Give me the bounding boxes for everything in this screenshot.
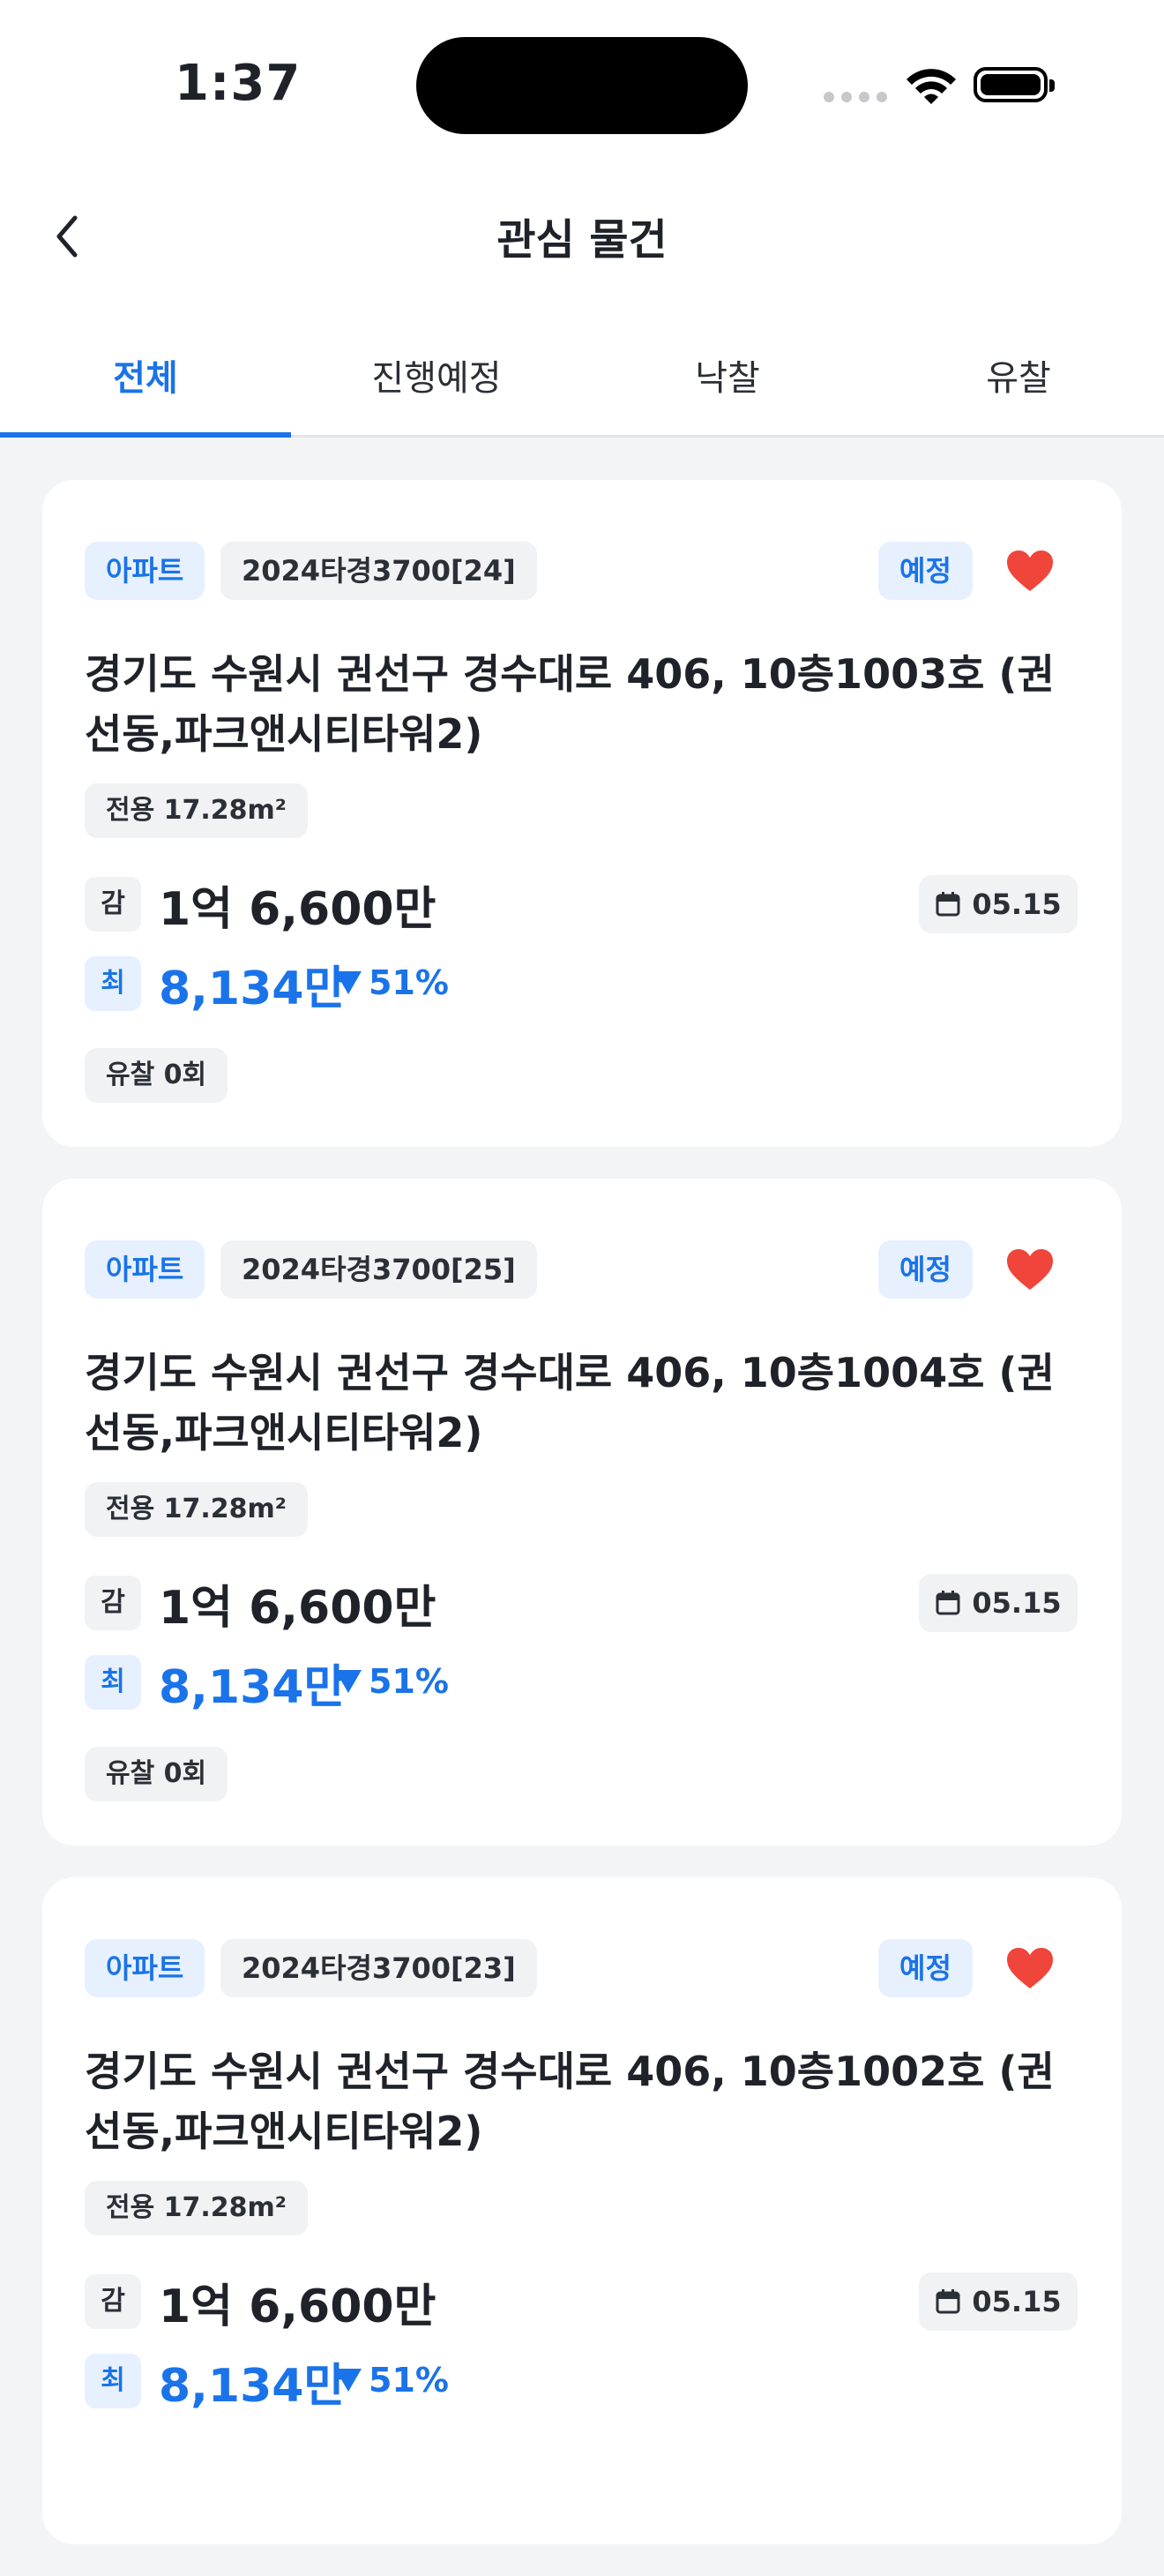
discount-rate-value: 51% [369, 2361, 449, 2400]
tab-failed[interactable]: 유찰 [873, 314, 1164, 435]
heart-icon[interactable] [1005, 549, 1055, 593]
property-type-badge: 아파트 [85, 1939, 205, 1997]
property-type-badge: 아파트 [85, 542, 205, 600]
calendar-icon [936, 1591, 960, 1615]
appraisal-price: 1억 6,600만 [159, 2280, 436, 2333]
case-number-badge: 2024타경3700[25] [220, 1240, 537, 1299]
dynamic-island [416, 37, 748, 134]
heart-icon[interactable] [1005, 1946, 1055, 1990]
property-card[interactable]: 아파트 2024타경3700[24] 예정 경기도 수원시 권선구 경수대로 4… [42, 480, 1122, 1147]
minimum-label: 최 [85, 1655, 141, 1710]
property-address: 경기도 수원시 권선구 경수대로 406, 10층1002호 (권선동,파크앤시… [85, 2048, 1055, 2155]
fail-count-badge: 유찰 0회 [85, 1048, 228, 1103]
minimum-price: 8,134만 [159, 962, 347, 1015]
fail-count-badge: 유찰 0회 [85, 1747, 228, 1801]
appraisal-price: 1억 6,600만 [159, 883, 436, 936]
page-header: 관심 물건 [0, 159, 1164, 314]
appraisal-label: 감 [85, 2274, 141, 2329]
signal-dots-icon [824, 92, 887, 102]
property-address: 경기도 수원시 권선구 경수대로 406, 10층1004호 (권선동,파크앤시… [85, 1349, 1055, 1456]
auction-date-badge: 05.15 [919, 1574, 1078, 1632]
property-card[interactable]: 아파트 2024타경3700[25] 예정 경기도 수원시 권선구 경수대로 4… [42, 1179, 1122, 1846]
discount-rate: 51% [333, 2361, 449, 2400]
appraisal-price: 1억 6,600만 [159, 1582, 436, 1635]
favorite-list: 아파트 2024타경3700[24] 예정 경기도 수원시 권선구 경수대로 4… [42, 480, 1122, 2576]
triangle-down-icon [335, 2369, 362, 2392]
discount-rate: 51% [333, 963, 449, 1002]
minimum-price: 8,134만 [159, 1661, 347, 1714]
auction-date: 05.15 [972, 1586, 1062, 1620]
status-badge: 예정 [878, 1240, 973, 1299]
calendar-icon [936, 892, 960, 917]
discount-rate-value: 51% [369, 1662, 449, 1701]
auction-date: 05.15 [972, 2285, 1062, 2318]
heart-icon[interactable] [1005, 1247, 1055, 1292]
wifi-icon [907, 69, 956, 104]
filter-tabs: 전체 진행예정 낙찰 유찰 [0, 314, 1164, 438]
minimum-label: 최 [85, 956, 141, 1011]
auction-date: 05.15 [972, 887, 1062, 921]
minimum-price: 8,134만 [159, 2360, 347, 2413]
case-number-badge: 2024타경3700[23] [220, 1939, 537, 1997]
minimum-label: 최 [85, 2354, 141, 2408]
status-badge: 예정 [878, 1939, 973, 1997]
area-badge: 전용 17.28m² [85, 783, 308, 838]
triangle-down-icon [335, 1670, 362, 1693]
status-time: 1:37 [175, 55, 302, 112]
tab-sold[interactable]: 낙찰 [582, 314, 873, 435]
status-bar: 1:37 [0, 0, 1164, 159]
area-badge: 전용 17.28m² [85, 1482, 308, 1537]
triangle-down-icon [335, 971, 362, 994]
property-card[interactable]: 아파트 2024타경3700[23] 예정 경기도 수원시 권선구 경수대로 4… [42, 1877, 1122, 2544]
calendar-icon [936, 2289, 960, 2314]
tab-all[interactable]: 전체 [0, 314, 291, 438]
auction-date-badge: 05.15 [919, 2273, 1078, 2331]
discount-rate: 51% [333, 1662, 449, 1701]
page-title: 관심 물건 [496, 215, 668, 265]
case-number-badge: 2024타경3700[24] [220, 542, 537, 600]
auction-date-badge: 05.15 [919, 875, 1078, 933]
appraisal-label: 감 [85, 877, 141, 932]
property-address: 경기도 수원시 권선구 경수대로 406, 10층1003호 (권선동,파크앤시… [85, 650, 1055, 758]
status-badge: 예정 [878, 542, 973, 600]
appraisal-label: 감 [85, 1576, 141, 1630]
property-type-badge: 아파트 [85, 1240, 205, 1299]
area-badge: 전용 17.28m² [85, 2181, 308, 2235]
tab-upcoming[interactable]: 진행예정 [291, 314, 582, 435]
battery-icon [974, 67, 1055, 102]
discount-rate-value: 51% [369, 963, 449, 1002]
